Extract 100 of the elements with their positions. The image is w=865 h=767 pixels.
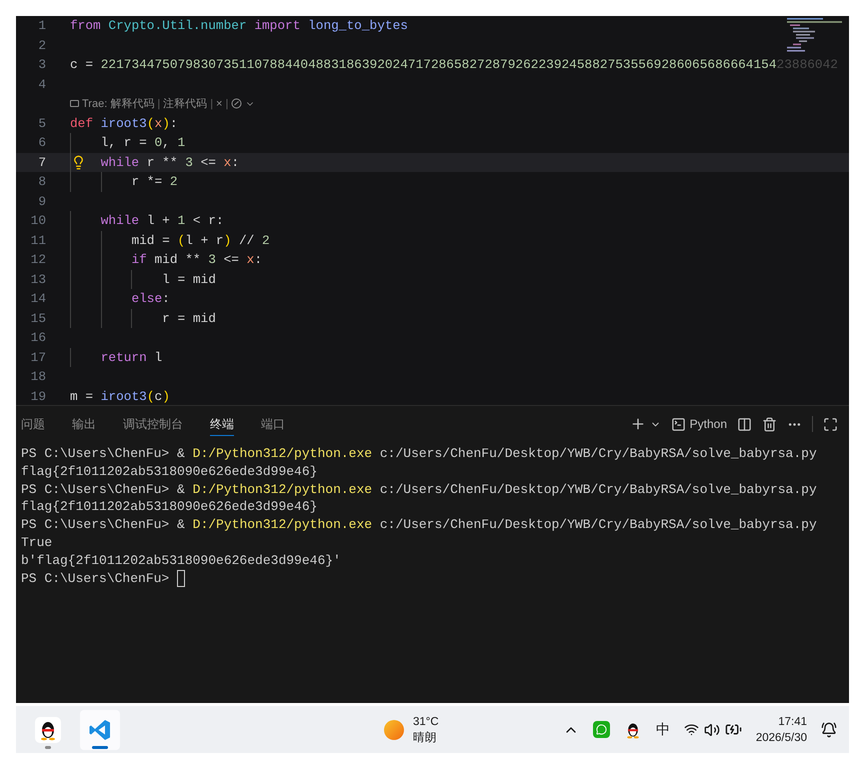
code-token: l, r =: [100, 135, 147, 150]
code-token: c =: [70, 57, 94, 72]
line-number: 9: [37, 192, 46, 211]
separator: |: [225, 96, 228, 112]
codelens-action[interactable]: Trae: 解释代码: [82, 96, 154, 112]
terminal-icon[interactable]: [670, 416, 686, 432]
code-token: from: [70, 18, 101, 34]
minimap-drawing: [787, 18, 843, 54]
terminal-text: D:/Python312/python.exe: [192, 445, 372, 463]
line-number: 15: [30, 310, 46, 328]
terminal-text: PS C:\Users\ChenFu>: [21, 570, 170, 588]
panel-tab[interactable]: 端口: [261, 412, 285, 436]
notification-bell-icon[interactable]: [821, 722, 837, 738]
code-token: 3: [208, 252, 216, 268]
code-token: mid **: [154, 252, 201, 268]
code-token: iroot3: [100, 388, 147, 404]
code-token: r **: [146, 154, 178, 170]
terminal-text: flag{2f1011202ab5318090e626ede3d99e46}: [21, 498, 318, 516]
input-method-indicator[interactable]: 中: [656, 719, 670, 740]
line-number: 18: [30, 368, 46, 386]
trash-icon[interactable]: [762, 416, 777, 432]
code-token: iroot3: [100, 116, 147, 131]
code-token: <=: [224, 252, 239, 268]
line-number: 11: [30, 232, 46, 250]
code-token: :: [162, 291, 170, 306]
code-token: :: [231, 154, 240, 170]
terminal-profile-label[interactable]: Python: [690, 415, 727, 433]
code-token: ): [162, 116, 170, 131]
line-number: 12: [30, 251, 46, 270]
line-number: 7: [37, 154, 46, 172]
terminal-text: D:/Python312/python.exe: [192, 516, 372, 534]
codelens-action[interactable]: ×: [216, 96, 222, 112]
code-token: 2: [262, 232, 270, 248]
code-token: l: [154, 350, 162, 365]
terminal-text: flag{2f1011202ab5318090e626ede3d99e46}: [21, 462, 318, 481]
maximize-icon[interactable]: [823, 416, 838, 432]
code-token: ): [224, 232, 232, 248]
code-editor-logo-icon: [88, 718, 112, 742]
code-token: while: [100, 154, 140, 170]
code-token: (: [146, 388, 154, 404]
line-number: 16: [30, 329, 46, 348]
clock-time[interactable]: 17:41: [778, 714, 807, 730]
terminal-text: c:/Users/ChenFu/Desktop/YWB/Cry/BabyRSA/solve_babyrsa.py: [378, 445, 817, 463]
code-token: l = mid: [162, 272, 216, 287]
chat-app-icon[interactable]: [592, 721, 610, 738]
panel-tab[interactable]: 终端: [210, 412, 234, 436]
code-token: 1: [178, 213, 186, 228]
line-number: 17: [30, 348, 46, 367]
line-number: 3: [37, 56, 46, 74]
line-number: 13: [30, 270, 46, 289]
add-icon[interactable]: [630, 416, 646, 432]
codelens-action[interactable]: 注释代码: [163, 96, 208, 112]
code-token: <=: [200, 154, 216, 170]
code-token: (: [178, 232, 186, 248]
code-token: Crypto.Util.number: [108, 18, 247, 34]
line-number: 14: [30, 290, 46, 308]
code-token: x: [224, 154, 232, 170]
temperature[interactable]: 31°C: [413, 714, 439, 730]
line-number: 5: [37, 114, 46, 133]
code-token: r = mid: [162, 310, 216, 326]
code-token: return: [100, 350, 147, 365]
line-number: 2: [37, 36, 46, 55]
terminal-text: c:/Users/ChenFu/Desktop/YWB/Cry/BabyRSA/solve_babyrsa.py: [378, 516, 817, 534]
code-token: :: [254, 252, 262, 268]
code-token: ,: [162, 135, 170, 150]
code-token: 3: [185, 154, 193, 170]
line-number: 10: [30, 212, 46, 230]
weather-condition[interactable]: 晴朗: [413, 730, 439, 746]
code-token: l +: [146, 213, 170, 228]
code-token: def: [70, 116, 94, 131]
code-token: ): [162, 388, 170, 404]
wifi-icon[interactable]: [684, 722, 699, 737]
code-token: 2: [170, 174, 178, 190]
settings-icon[interactable]: [231, 98, 242, 110]
panel-tab[interactable]: 调试控制台: [123, 412, 183, 436]
code-token: //: [239, 232, 254, 248]
code-token: 0: [154, 135, 162, 150]
code-token: else: [131, 291, 162, 306]
code-token: :: [170, 116, 178, 131]
terminal-text: PS C:\Users\ChenFu> &: [21, 516, 186, 534]
lightbulb-icon[interactable]: [71, 154, 86, 170]
terminal-text: D:/Python312/python.exe: [192, 480, 372, 498]
code-token: < r:: [192, 213, 224, 228]
code-token: mid =: [131, 232, 170, 248]
code-token: while: [100, 213, 140, 228]
line-number: 6: [37, 134, 46, 152]
panel-tab[interactable]: 输出: [72, 412, 96, 436]
code-token: if: [131, 252, 147, 268]
code-token: long_to_bytes: [308, 18, 408, 34]
code-token: l + r: [185, 232, 224, 248]
code-token: import: [254, 18, 300, 34]
panel-tab[interactable]: 问题: [21, 412, 45, 436]
clock-date[interactable]: 2026/5/30: [756, 730, 807, 746]
separator: |: [210, 96, 214, 112]
code-token: (: [146, 116, 154, 131]
line-number: 19: [30, 388, 46, 405]
volume-icon[interactable]: [704, 722, 720, 738]
line-number: 8: [37, 173, 46, 192]
terminal-text: True: [21, 534, 52, 552]
split-icon[interactable]: [737, 416, 752, 432]
